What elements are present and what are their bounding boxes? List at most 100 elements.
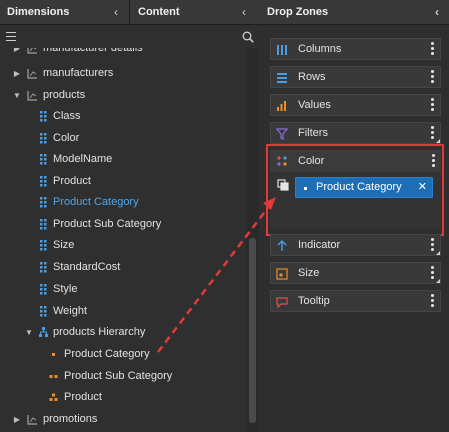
field-grid-icon — [40, 306, 47, 317]
field-grid-icon — [40, 240, 47, 251]
tree-item-label: manufacturer details — [43, 48, 143, 54]
tree-field-product-sub-category[interactable]: Product Sub Category — [0, 214, 246, 235]
resize-corner-icon — [436, 279, 440, 283]
tree-item-products[interactable]: ▼ products — [0, 85, 246, 106]
tree-level-product[interactable]: Product — [0, 387, 246, 408]
drop-zone-label: Size — [298, 267, 320, 279]
tab-dimensions[interactable]: Dimensions — [7, 0, 69, 25]
drop-zone-rows[interactable]: Rows — [270, 66, 441, 88]
collapse-dimensions-chevron-icon[interactable]: ‹ — [110, 5, 122, 19]
drop-zone-filters[interactable]: Filters — [270, 122, 441, 144]
size-icon — [276, 268, 288, 280]
more-options-icon[interactable] — [430, 294, 434, 308]
tree-item-label: Product Category — [53, 196, 139, 208]
more-options-icon[interactable] — [430, 98, 434, 112]
tree-item-label: Size — [53, 239, 75, 251]
tree-field-weight[interactable]: Weight — [0, 301, 246, 322]
field-grid-icon — [40, 219, 47, 230]
tree-item-label: manufacturers — [43, 67, 114, 79]
more-options-icon[interactable] — [430, 126, 434, 140]
tree-field-color[interactable]: Color — [0, 128, 246, 149]
tree-field-class[interactable]: Class — [0, 106, 246, 127]
tree-field-standardcost[interactable]: StandardCost — [0, 257, 246, 278]
tree-item-label: products — [43, 89, 86, 101]
tab-content[interactable]: Content — [138, 0, 180, 25]
tree-level-product-sub-category[interactable]: Product Sub Category — [0, 366, 246, 387]
tree-item-label: Style — [53, 283, 78, 295]
expand-caret-icon[interactable]: ▶ — [12, 409, 22, 430]
dimensions-tree: ▶ manufacturer details ▶ manufacturers ▼… — [0, 48, 246, 432]
table-axis-icon — [27, 69, 37, 79]
tree-item-label: ModelName — [53, 153, 113, 165]
tree-field-size[interactable]: Size — [0, 235, 246, 256]
dimensions-panel: Dimensions ‹ Content ‹ ▶ manufacturer de… — [0, 0, 259, 432]
level-three-icon — [49, 393, 58, 401]
rows-icon — [277, 73, 287, 83]
dimensions-toolbar — [0, 26, 259, 48]
level-one-icon — [52, 353, 55, 356]
drop-zone-values[interactable]: Values — [270, 94, 441, 116]
tree-item-manufacturers[interactable]: ▶ manufacturers — [0, 63, 246, 84]
drop-zone-label: Tooltip — [298, 295, 330, 307]
field-grid-icon — [40, 197, 47, 208]
tooltip-icon — [276, 297, 288, 308]
tree-item-label: Color — [53, 132, 80, 144]
collapse-content-chevron-icon[interactable]: ‹ — [238, 5, 250, 19]
expand-caret-icon[interactable]: ▶ — [12, 63, 22, 84]
search-icon[interactable] — [242, 31, 254, 43]
values-icon — [277, 101, 286, 111]
tree-item-label: Product Category — [64, 348, 150, 360]
drop-zones-title: Drop Zones — [267, 6, 329, 18]
resize-corner-icon — [436, 139, 440, 143]
scrollbar-thumb[interactable] — [249, 238, 256, 423]
more-options-icon[interactable] — [430, 70, 434, 84]
hierarchy-icon — [39, 327, 48, 337]
collapse-caret-icon[interactable]: ▼ — [24, 322, 34, 343]
more-options-icon[interactable] — [430, 42, 434, 56]
tree-item-label: Weight — [53, 305, 88, 317]
tree-item-label: StandardCost — [53, 261, 121, 273]
field-grid-icon — [40, 154, 47, 165]
collapse-drop-zones-chevron-icon[interactable]: ‹ — [431, 5, 443, 19]
drop-zone-label: Rows — [298, 71, 326, 83]
drop-zone-label: Indicator — [298, 239, 341, 251]
tree-field-product-category[interactable]: Product Category — [0, 192, 246, 213]
tree-level-product-category[interactable]: Product Category — [0, 344, 246, 365]
tree-item-label: Product — [53, 175, 91, 187]
drop-zone-tooltip[interactable]: Tooltip — [270, 290, 441, 312]
drop-zone-columns[interactable]: Columns — [270, 38, 441, 60]
table-axis-icon — [27, 415, 37, 425]
level-two-icon — [49, 375, 58, 378]
tree-item-products-hierarchy[interactable]: ▼ products Hierarchy — [0, 322, 246, 343]
more-options-icon[interactable] — [430, 266, 434, 280]
table-axis-icon — [27, 48, 37, 54]
collapse-caret-icon[interactable]: ▼ — [12, 85, 22, 106]
field-grid-icon — [40, 133, 47, 144]
tree-item-label: Product Sub Category — [64, 370, 173, 382]
tree-field-modelname[interactable]: ModelName — [0, 149, 246, 170]
tab-divider — [129, 0, 130, 25]
panel-tab-bar: Dimensions ‹ Content ‹ — [0, 0, 259, 25]
columns-icon — [277, 45, 287, 55]
drop-zone-label: Columns — [298, 43, 342, 55]
expand-caret-icon[interactable]: ▶ — [12, 48, 22, 59]
filter-icon — [276, 128, 288, 140]
resize-corner-icon — [436, 251, 440, 255]
tree-field-style[interactable]: Style — [0, 279, 246, 300]
list-view-icon[interactable] — [6, 32, 16, 41]
tree-item-manufacturer-details[interactable]: ▶ manufacturer details — [0, 48, 246, 59]
table-axis-icon — [27, 91, 37, 101]
tree-scrollbar[interactable] — [246, 48, 259, 432]
drop-zones-header: Drop Zones ‹ — [259, 0, 449, 25]
tree-item-label: Class — [53, 110, 81, 122]
drop-zone-label: Values — [298, 99, 331, 111]
field-grid-icon — [40, 111, 47, 122]
drop-zone-size[interactable]: Size — [270, 262, 441, 284]
tree-item-label: Product — [64, 391, 102, 403]
drop-zone-indicator[interactable]: Indicator — [270, 234, 441, 256]
tree-field-product[interactable]: Product — [0, 171, 246, 192]
tree-item-promotions[interactable]: ▶ promotions — [0, 409, 246, 430]
tree-item-label: promotions — [43, 413, 98, 425]
more-options-icon[interactable] — [430, 238, 434, 252]
indicator-icon — [277, 240, 287, 251]
